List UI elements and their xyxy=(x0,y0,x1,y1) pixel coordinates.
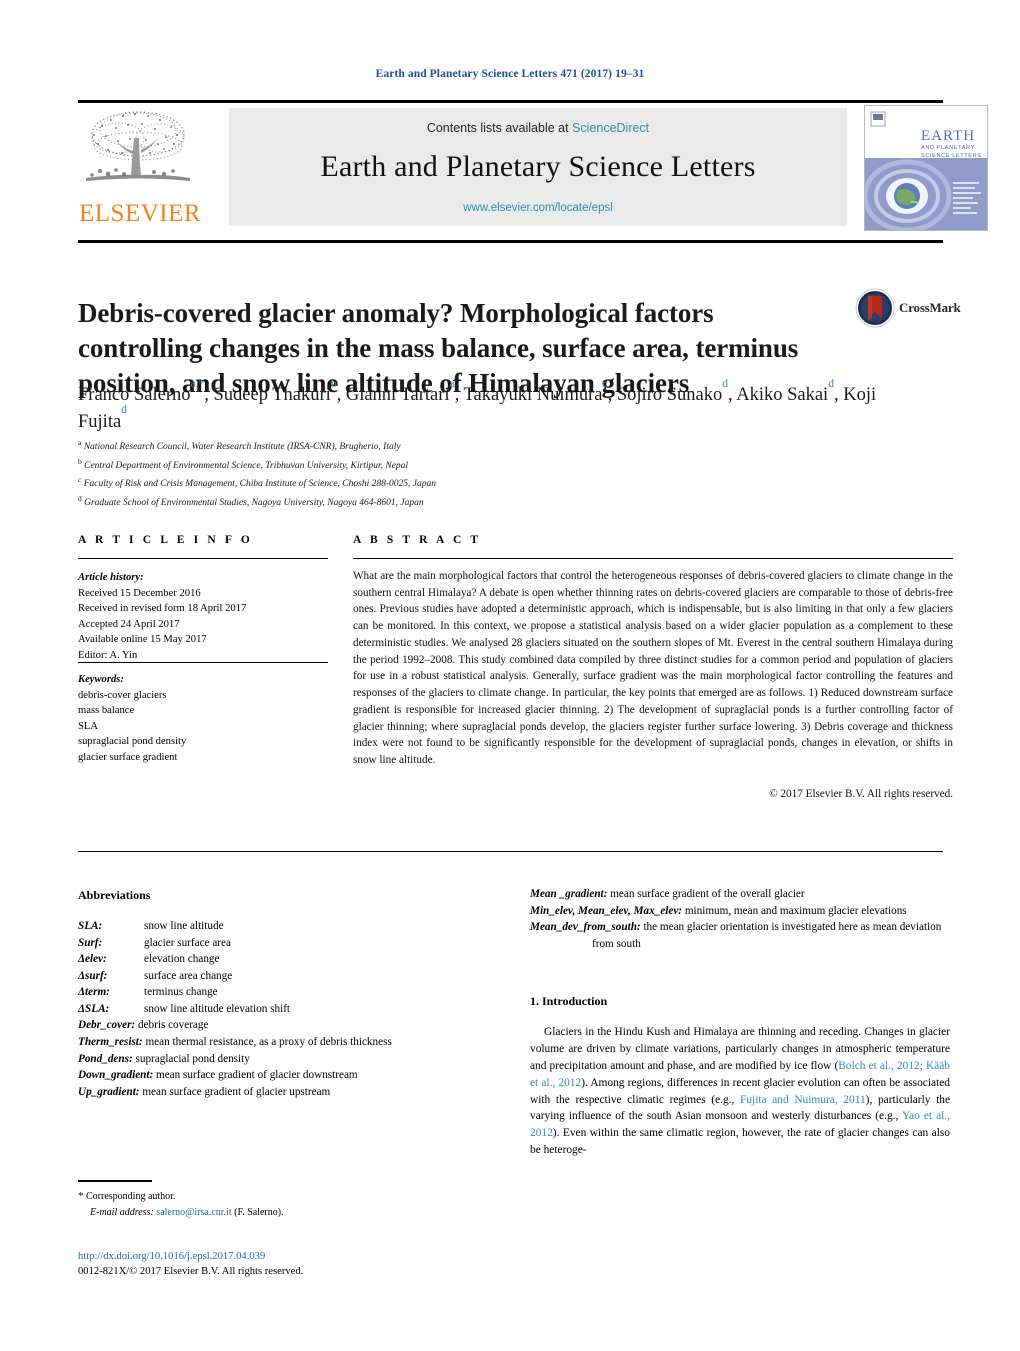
abstract-text: What are the main morphological factors … xyxy=(353,570,953,767)
elsevier-tree-icon xyxy=(86,111,190,181)
history-item: Received 15 December 2016 xyxy=(78,587,201,599)
abbreviations-heading: Abbreviations xyxy=(78,888,151,902)
journal-cover-art: EARTH AND PLANETARY SCIENCE LETTERS xyxy=(865,106,987,230)
affiliation: d Graduate School of Environmental Studi… xyxy=(78,493,424,508)
author-affil-mark: c xyxy=(602,377,608,390)
abbreviation-item: Δelev: elevation change xyxy=(78,953,220,966)
abbreviation-item: Debr_cover: debris coverage xyxy=(78,1019,209,1032)
abbreviation-item: Pond_dens: supraglacial pond density xyxy=(78,1052,250,1065)
abbreviation-item: Mean_dev_from_south: the mean glacier or… xyxy=(530,921,942,950)
svg-text:SCIENCE LETTERS: SCIENCE LETTERS xyxy=(921,153,982,159)
article-first-page: Earth and Planetary Science Letters 471 … xyxy=(0,0,1020,1351)
journal-masthead: ELSEVIER Contents lists available at Sci… xyxy=(78,100,988,231)
corresponding-author-note: * Corresponding author. xyxy=(78,1190,176,1202)
citation-link[interactable]: Fujita and Nuimura, 2011 xyxy=(740,1094,866,1106)
crossmark-badge[interactable]: CrossMark xyxy=(855,288,961,330)
footnote-star: * xyxy=(78,1190,84,1202)
author-affil-mark: b xyxy=(330,377,337,390)
svg-text:EARTH: EARTH xyxy=(921,128,975,144)
affiliation: a National Research Council, Water Resea… xyxy=(78,438,401,453)
email-link[interactable]: salerno@irsa.cnr.it xyxy=(156,1207,231,1218)
abbreviation-item: Δterm: terminus change xyxy=(78,986,218,999)
abbreviation-item: ΔSLA: snow line altitude elevation shift xyxy=(78,1002,291,1015)
history-item: Available online 15 May 2017 xyxy=(78,634,207,646)
running-head: Earth and Planetary Science Letters 471 … xyxy=(375,68,645,80)
affiliation-list: a National Research Council, Water Resea… xyxy=(78,437,798,511)
article-info-heading: A R T I C L E I N F O xyxy=(78,534,253,546)
journal-title: Earth and Planetary Science Letters xyxy=(320,150,756,183)
author: Franco Salernoa,*, xyxy=(78,377,214,406)
abstract-copyright: © 2017 Elsevier B.V. All rights reserved… xyxy=(769,787,953,800)
abbreviation-item: Down_gradient: mean surface gradient of … xyxy=(78,1069,358,1082)
imprint-block: http://dx.doi.org/10.1016/j.epsl.2017.04… xyxy=(78,1249,498,1280)
keyword-item: SLA xyxy=(78,720,99,732)
author: Akiko Sakaid, xyxy=(736,377,844,406)
introduction-paragraph: Glaciers in the Hindu Kush and Himalaya … xyxy=(530,1024,950,1159)
abbreviation-item: Δsurf: surface area change xyxy=(78,969,233,982)
affiliation: c Faculty of Risk and Crisis Management,… xyxy=(78,475,436,490)
article-history-label: Article history: xyxy=(78,572,144,583)
masthead-bottom-rule xyxy=(78,240,943,243)
crossmark-icon xyxy=(855,288,895,328)
article-info-rule xyxy=(78,558,328,560)
journal-homepage-link[interactable]: www.elsevier.com/locate/epsl xyxy=(229,202,847,214)
journal-cover-thumbnail: EARTH AND PLANETARY SCIENCE LETTERS xyxy=(864,105,988,231)
keyword-item: glacier surface gradient xyxy=(78,751,178,763)
issn-copyright-line: 0012-821X/© 2017 Elsevier B.V. All right… xyxy=(78,1266,304,1278)
sciencedirect-link[interactable]: ScienceDirect xyxy=(572,121,649,135)
abstract-rule xyxy=(353,558,953,560)
abstract-heading: A B S T R A C T xyxy=(353,534,482,546)
affiliation: b Central Department of Environmental Sc… xyxy=(78,456,409,471)
abbreviation-item: Therm_resist: mean thermal resistance, a… xyxy=(78,1036,392,1049)
author: Sojiro Sunakod, xyxy=(616,377,737,406)
footnote-block: * Corresponding author. E-mail address: … xyxy=(78,1188,478,1220)
email-note: E-mail address: salerno@irsa.cnr.it (F. … xyxy=(90,1206,284,1218)
crossmark-label: CrossMark xyxy=(899,300,961,315)
article-history: Article history: Received 15 December 20… xyxy=(78,570,328,663)
abbreviation-item: Min_elev, Mean_elev, Max_elev: minimum, … xyxy=(530,904,907,917)
abbreviation-item: Up_gradient: mean surface gradient of gl… xyxy=(78,1085,331,1098)
author: Gianni Tartaria, xyxy=(345,377,464,406)
author: Sudeep Thakurib, xyxy=(213,377,346,406)
body-divider-rule xyxy=(78,851,943,853)
keywords-label: Keywords: xyxy=(78,674,124,685)
history-item: Editor: A. Yin xyxy=(78,649,138,661)
contents-prefix: Contents lists available at xyxy=(426,121,573,135)
elsevier-logo: ELSEVIER xyxy=(78,108,206,226)
abbreviations-right-column: Mean _gradient: mean surface gradient of… xyxy=(530,886,950,952)
author-affil-mark: a xyxy=(449,377,455,390)
abbreviation-item: Surf: glacier surface area xyxy=(78,936,231,949)
abbreviations-left-column: SLA: snow line altitude Surf: glacier surf… xyxy=(78,918,478,1100)
masthead-band: Contents lists available at ScienceDirec… xyxy=(229,108,847,226)
history-item: Accepted 24 April 2017 xyxy=(78,618,180,630)
author-affil-mark: d xyxy=(121,404,127,417)
abstract-block: What are the main morphological factors … xyxy=(353,568,953,803)
author-affil-mark: d xyxy=(722,377,728,390)
keyword-item: mass balance xyxy=(78,705,135,717)
svg-text:AND PLANETARY: AND PLANETARY xyxy=(921,145,975,151)
history-item: Received in revised form 18 April 2017 xyxy=(78,603,247,615)
author-affil-mark: a,* xyxy=(190,377,205,390)
contents-available-line: Contents lists available at ScienceDirec… xyxy=(229,121,847,135)
author-affil-mark: d xyxy=(828,377,834,390)
introduction-text: Glaciers in the Hindu Kush and Himalaya … xyxy=(530,1026,951,1157)
doi-link[interactable]: http://dx.doi.org/10.1016/j.epsl.2017.04… xyxy=(78,1249,498,1264)
abbreviation-item: SLA: snow line altitude xyxy=(78,920,224,932)
elsevier-wordmark: ELSEVIER xyxy=(79,200,202,227)
abbreviation-item: Mean _gradient: mean surface gradient of… xyxy=(530,888,805,900)
keyword-list: Keywords: debris-cover glaciers mass bal… xyxy=(78,672,328,765)
author: Takayuki Nuimurac, xyxy=(463,377,617,406)
author-list: Franco Salernoa,*, Sudeep Thakurib, Gian… xyxy=(78,377,878,435)
footnote-rule xyxy=(78,1180,152,1182)
keyword-item: supraglacial pond density xyxy=(78,736,187,748)
introduction-heading: 1. Introduction xyxy=(530,994,608,1008)
keyword-item: debris-cover glaciers xyxy=(78,689,167,701)
